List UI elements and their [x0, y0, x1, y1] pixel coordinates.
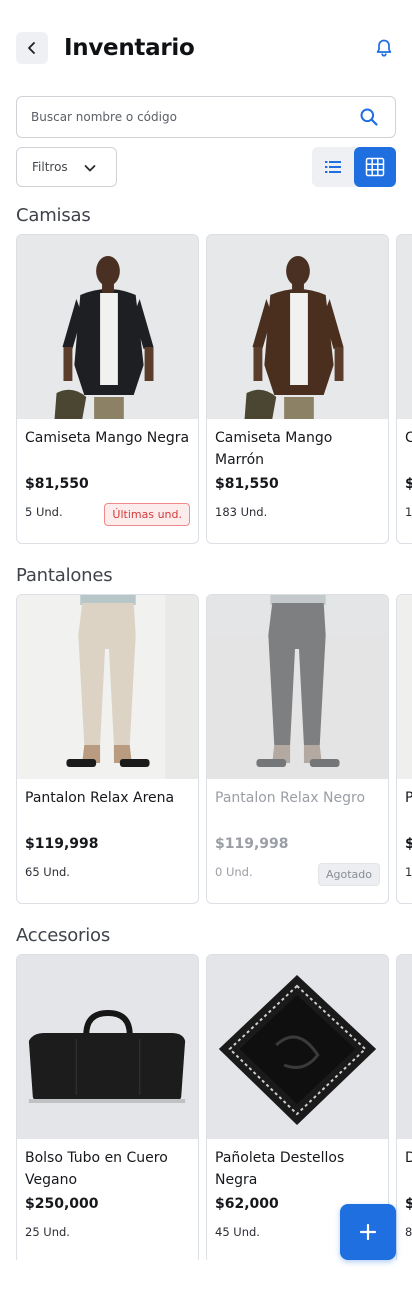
product-image	[17, 235, 198, 419]
product-stock: 45 Und.	[215, 1225, 260, 1239]
product-row-pantalones: Pantalon Relax Arena $119,998 65 Und. Pa…	[16, 594, 412, 904]
product-price: $250,000	[25, 1196, 99, 1212]
section-title-camisas: Camisas	[16, 205, 91, 226]
product-card[interactable]: Pantalon Relax Arena $119,998 65 Und.	[16, 594, 199, 904]
product-name: Bolso Tubo en Cuero Vegano	[25, 1150, 168, 1188]
notifications-button[interactable]	[372, 36, 396, 60]
product-image	[207, 235, 388, 419]
page-title: Inventario	[64, 35, 195, 61]
product-card[interactable]: Camiseta Mango Marrón $81,550 183 Und.	[206, 234, 389, 544]
product-name: D A	[405, 1147, 412, 1169]
product-card[interactable]: Pantalon Relax Negro $119,998 0 Und. Ago…	[206, 594, 389, 904]
product-name: Camiseta Mango Marrón	[215, 430, 333, 468]
product-price: $119,998	[25, 836, 99, 852]
product-card[interactable]: P $ 12	[396, 594, 412, 904]
product-name: P	[405, 787, 412, 809]
grid-view-icon	[365, 157, 385, 177]
product-row-camisas: Camiseta Mango Negra $81,550 5 Und. Últi…	[16, 234, 412, 544]
grid-view-button[interactable]	[354, 147, 396, 187]
status-badge: Agotado	[317, 863, 380, 886]
product-image	[397, 595, 412, 779]
section-title-accesorios: Accesorios	[16, 925, 111, 946]
filters-dropdown[interactable]: Filtros	[16, 147, 117, 187]
section-title-pantalones: Pantalones	[16, 565, 113, 586]
product-name: Pantalon Relax Negro	[215, 790, 366, 806]
product-image	[397, 955, 412, 1139]
status-badge: Últimas und.	[104, 503, 190, 526]
product-stock: 12	[405, 505, 412, 519]
product-price: $	[405, 1196, 412, 1212]
product-image	[17, 955, 198, 1139]
product-name: Pañoleta Destellos Negra	[215, 1150, 345, 1188]
product-stock: 25 Und.	[25, 1225, 70, 1239]
add-product-button[interactable]	[340, 1204, 396, 1260]
product-price: $81,550	[215, 476, 279, 492]
filters-label: Filtros	[32, 160, 68, 174]
product-stock: 0 Und.	[215, 865, 253, 879]
product-price: $81,550	[25, 476, 89, 492]
chevron-left-icon	[28, 42, 35, 54]
product-card[interactable]: C V $ 12	[396, 234, 412, 544]
product-stock: 12	[405, 865, 412, 879]
search-input[interactable]	[31, 97, 351, 137]
product-price: $119,998	[215, 836, 289, 852]
product-name: C V	[405, 427, 412, 449]
product-image	[397, 235, 412, 419]
product-card[interactable]: Camiseta Mango Negra $81,550 5 Und. Últi…	[16, 234, 199, 544]
product-stock: 8	[405, 1225, 412, 1239]
product-stock: 5 Und.	[25, 505, 63, 519]
product-name: Camiseta Mango Negra	[25, 430, 190, 446]
product-price: $62,000	[215, 1196, 279, 1212]
list-view-button[interactable]	[312, 147, 354, 187]
product-card[interactable]: D A $ 8	[396, 954, 412, 1260]
search-icon[interactable]	[359, 107, 379, 127]
product-card[interactable]: Bolso Tubo en Cuero Vegano $250,000 25 U…	[16, 954, 199, 1260]
product-image	[207, 955, 388, 1139]
app-header: Inventario	[16, 32, 396, 64]
search-bar	[16, 96, 396, 138]
product-image	[17, 595, 198, 779]
product-stock: 183 Und.	[215, 505, 268, 519]
product-price: $	[405, 476, 412, 492]
product-name: Pantalon Relax Arena	[25, 790, 175, 806]
chevron-down-icon	[84, 165, 96, 172]
product-stock: 65 Und.	[25, 865, 70, 879]
list-view-icon	[325, 161, 341, 173]
product-price: $	[405, 836, 412, 852]
plus-icon	[359, 1223, 377, 1241]
view-toggle	[312, 147, 396, 187]
back-button[interactable]	[16, 32, 48, 64]
bell-icon	[376, 39, 392, 57]
product-image	[207, 595, 388, 779]
